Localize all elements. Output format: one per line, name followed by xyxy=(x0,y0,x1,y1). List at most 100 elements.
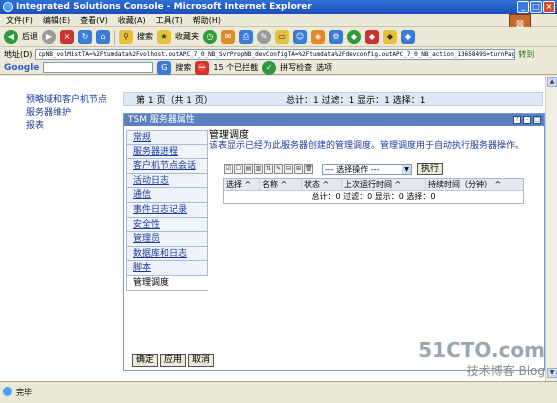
extension-icon[interactable]: ◆ xyxy=(347,29,361,44)
tab-security[interactable]: 安全性 xyxy=(126,217,208,233)
back-label[interactable]: 后退 xyxy=(22,31,38,42)
folder-icon[interactable]: ▭ xyxy=(275,29,289,44)
ie-icon xyxy=(3,2,13,12)
refresh-icon[interactable]: ↻ xyxy=(78,29,92,44)
tab-administrators[interactable]: 管理员 xyxy=(126,232,208,247)
research-icon[interactable]: ◈ xyxy=(311,29,325,44)
mail-icon[interactable]: ✉ xyxy=(221,29,235,44)
stop-icon[interactable]: × xyxy=(60,29,74,44)
close-button[interactable]: × xyxy=(543,1,555,13)
history-icon[interactable]: ◷ xyxy=(203,29,217,44)
menu-favorites[interactable]: 收藏(A) xyxy=(118,15,146,26)
column-status[interactable]: 状态 ^ xyxy=(302,179,342,190)
tools-icon[interactable]: ⚙ xyxy=(329,29,343,44)
minimize-panel-icon[interactable]: - xyxy=(523,116,531,124)
tab-database-and-logs[interactable]: 数据库和日志 xyxy=(126,246,208,262)
tab-client-sessions[interactable]: 客户机节点会话 xyxy=(126,159,208,174)
watermark-subtitle: 技术博客 Blog xyxy=(466,364,545,378)
tab-scripts[interactable]: 脚本 xyxy=(126,261,208,276)
google-search-input[interactable] xyxy=(43,62,154,73)
column-select[interactable]: 选择 ^ xyxy=(224,179,260,190)
menu-view[interactable]: 查看(V) xyxy=(80,15,108,26)
column-last-run[interactable]: 上次运行时间 ^ xyxy=(342,179,426,190)
property-tabs: 常规 服务器进程 客户机节点会话 活动日志 通信 事件日志记录 安全性 管理员 … xyxy=(126,130,208,291)
extension4-icon[interactable]: ◆ xyxy=(401,29,415,44)
admin-schedules-content: 管理调度 该表显示已经为此服务器创建的管理调度。管理调度用于自动执行服务器操作。… xyxy=(209,130,542,340)
go-button[interactable]: 转到 xyxy=(518,49,534,60)
delete-icon[interactable]: 🗑 xyxy=(304,164,313,174)
scroll-up-icon[interactable]: ▲ xyxy=(547,77,557,87)
menu-help[interactable]: 帮助(H) xyxy=(193,15,221,26)
extension2-icon[interactable]: ◆ xyxy=(365,29,379,44)
google-search-button[interactable]: 搜索 xyxy=(175,62,191,73)
edit-icon[interactable]: ✎ xyxy=(257,29,271,44)
back-arrow-icon[interactable]: ◀ xyxy=(4,29,18,44)
menu-file[interactable]: 文件(F) xyxy=(6,15,33,26)
page-status-icon xyxy=(3,387,12,396)
nav-link-reports[interactable]: 报表 xyxy=(26,120,107,133)
tab-event-logging[interactable]: 事件日志记录 xyxy=(126,202,208,218)
favorites-label[interactable]: 收藏夹 xyxy=(175,31,199,42)
tab-activity-log[interactable]: 活动日志 xyxy=(126,173,208,189)
minimize-button[interactable]: _ xyxy=(517,1,529,13)
favorites-star-icon[interactable]: ★ xyxy=(157,29,171,44)
tab-server-processes[interactable]: 服务器进程 xyxy=(126,144,208,160)
column-name[interactable]: 名称 ^ xyxy=(260,179,302,190)
nav-link-server-maintenance[interactable]: 服务器维护 xyxy=(26,107,107,120)
scroll-down-icon[interactable]: ▼ xyxy=(547,368,557,378)
address-input[interactable]: cpNB_volMistTA=%2Ftumdata%2Fvolhost.outA… xyxy=(35,48,516,60)
google-logo: Google xyxy=(4,62,40,73)
menu-edit[interactable]: 编辑(E) xyxy=(43,15,70,26)
vertical-scrollbar[interactable]: ▲ ▼ xyxy=(545,76,557,381)
forward-arrow-icon[interactable]: ▶ xyxy=(42,29,56,44)
chevron-down-icon[interactable]: ▼ xyxy=(402,164,411,174)
status-text: 完毕 xyxy=(16,388,32,397)
page-content: 预略域和客户机节点 服务器维护 报表 第 1 页（共 1 页） 总计：1 过滤：… xyxy=(0,76,545,381)
cancel-button[interactable]: 取消 xyxy=(188,354,215,367)
maximize-panel-icon[interactable]: □ xyxy=(533,116,541,124)
menu-tools[interactable]: 工具(T) xyxy=(156,15,183,26)
menu-bar: 文件(F) 编辑(E) 查看(V) 收藏(A) 工具(T) 帮助(H) xyxy=(0,14,557,27)
extension3-icon[interactable]: ◆ xyxy=(383,29,397,44)
home-icon[interactable]: ⌂ xyxy=(96,29,110,44)
google-options-button[interactable]: 选项 xyxy=(316,62,332,73)
panel-header-icons: ? - □ xyxy=(513,116,541,124)
toolbar-separator xyxy=(114,29,115,44)
deselect-all-icon[interactable]: ☐ xyxy=(234,164,243,174)
window-title-bar: Integrated Solutions Console - Microsoft… xyxy=(0,0,557,14)
popup-blocked-count[interactable]: 15 个已拦截 xyxy=(213,62,258,73)
column-duration[interactable]: 持续时间（分钟） ^ xyxy=(426,179,523,190)
maximize-button[interactable]: □ xyxy=(530,1,542,13)
search-icon[interactable]: ⚲ xyxy=(119,29,133,44)
execute-button[interactable]: 执行 xyxy=(417,163,444,175)
page-summary: 总计：1 过滤：1 显示：1 选择：1 xyxy=(286,95,426,106)
help-icon[interactable]: ? xyxy=(513,116,521,124)
apply-button[interactable]: 应用 xyxy=(160,354,187,367)
watermark: 51CTO.com 技术博客 Blog xyxy=(418,338,545,379)
select-all-icon[interactable]: ☑ xyxy=(224,164,233,174)
status-bar: 完毕 xyxy=(0,381,557,403)
clear-sort-icon[interactable]: ✎ xyxy=(274,164,283,174)
edit-sort-icon[interactable]: ⇅ xyxy=(264,164,273,174)
spellcheck-icon: ✓ xyxy=(262,60,277,75)
table-header: 选择 ^ 名称 ^ 状态 ^ 上次运行时间 ^ 持续时间（分钟） ^ xyxy=(224,179,523,191)
print-icon[interactable]: ⎙ xyxy=(239,29,253,44)
page-info: 第 1 页（共 1 页） xyxy=(136,95,213,106)
spellcheck-button[interactable]: 拼写检查 xyxy=(280,62,312,73)
tab-admin-schedules[interactable]: 管理调度 xyxy=(126,275,208,291)
tab-communication[interactable]: 通信 xyxy=(126,188,208,203)
google-search-icon[interactable]: G xyxy=(157,60,172,75)
browser-toolbar: ◀ 后退 ▶ × ↻ ⌂ ⚲ 搜索 ★ 收藏夹 ◷ ✉ ⎙ ✎ ▭ ☺ ◈ ⚙ … xyxy=(0,27,557,47)
collapse-icon[interactable]: ⊟ xyxy=(284,164,293,174)
export-icon[interactable]: ⊞ xyxy=(294,164,303,174)
search-label[interactable]: 搜索 xyxy=(137,31,153,42)
tab-general[interactable]: 常规 xyxy=(126,130,208,145)
messenger-icon[interactable]: ☺ xyxy=(293,29,307,44)
address-label: 地址(D) xyxy=(4,49,33,59)
ok-button[interactable]: 确定 xyxy=(132,354,159,367)
hide-filter-icon[interactable]: ▥ xyxy=(254,164,263,174)
show-filter-icon[interactable]: ▤ xyxy=(244,164,253,174)
nav-link-domains[interactable]: 预略域和客户机节点 xyxy=(26,94,107,107)
action-select[interactable]: --- 选择操作 --- ▼ xyxy=(322,163,412,175)
watermark-site: 51CTO.com xyxy=(418,338,545,362)
